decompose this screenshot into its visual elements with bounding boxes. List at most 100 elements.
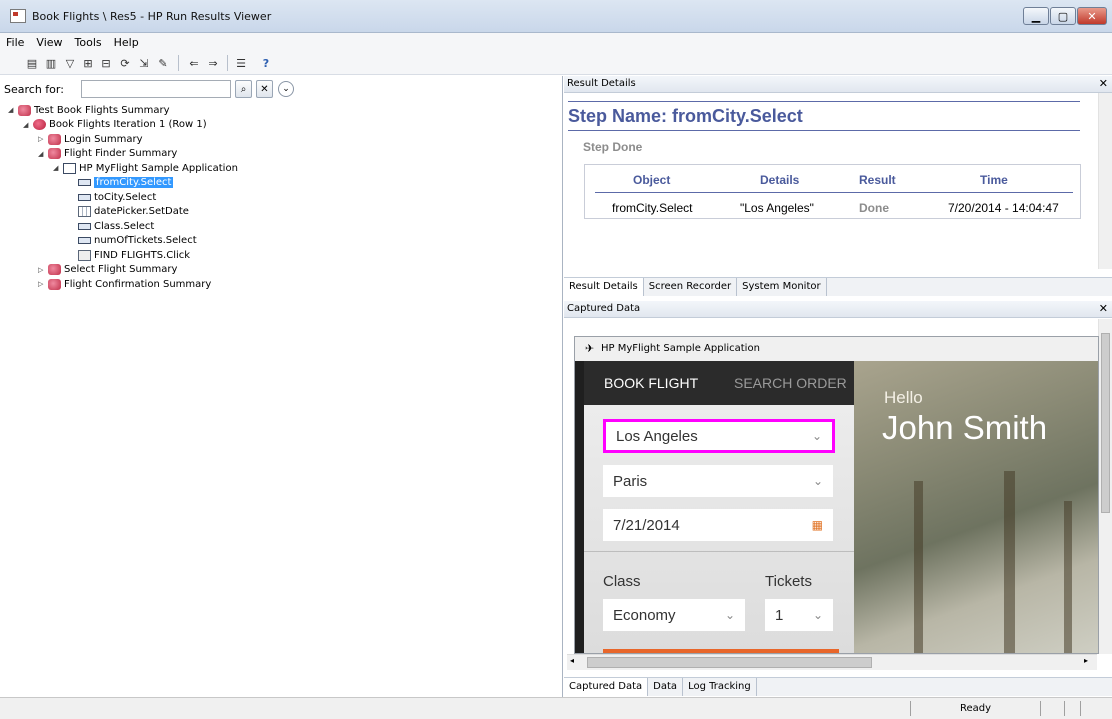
back-icon[interactable]: ⇐ (186, 55, 202, 71)
collapsed-arrow-icon[interactable]: ▷ (38, 266, 48, 274)
vertical-scrollbar[interactable] (1098, 319, 1112, 654)
window-title: Book Flights \ Res5 - HP Run Results Vie… (32, 10, 272, 23)
maximize-button[interactable]: ▢ (1050, 7, 1076, 25)
app-title-bar: ✈ HP MyFlight Sample Application (575, 337, 1098, 361)
vertical-scrollbar[interactable] (1098, 93, 1112, 269)
combobox-icon (78, 193, 91, 201)
close-button[interactable]: ✕ (1077, 7, 1107, 25)
results-tree: ◢ Test Book Flights Summary ◢ Book Flights … (8, 103, 238, 292)
scroll-thumb[interactable] (1101, 333, 1110, 513)
tree-item[interactable]: fromCity.Select (8, 176, 238, 191)
summary-icon (48, 278, 61, 290)
button-icon (78, 249, 91, 261)
search-input[interactable] (81, 80, 231, 98)
menu-view[interactable]: View (30, 33, 68, 52)
step-status: Step Done (583, 140, 643, 154)
search-options-icon[interactable]: ⌄ (278, 81, 294, 97)
tree-item[interactable]: ▷ Login Summary (8, 132, 238, 147)
horizontal-scrollbar[interactable]: ◂ ▸ (567, 654, 1097, 670)
help-icon[interactable]: ? (258, 55, 274, 71)
tree-item[interactable]: ▷ Select Flight Summary (8, 263, 238, 278)
tree-item[interactable]: ◢ HP MyFlight Sample Application (8, 161, 238, 176)
expanded-arrow-icon[interactable]: ◢ (38, 150, 48, 158)
tree-item[interactable]: ▷ Flight Confirmation Summary (8, 277, 238, 292)
expand-icon[interactable]: ⊞ (80, 55, 96, 71)
list-icon[interactable]: ☰ (233, 55, 249, 71)
expanded-arrow-icon[interactable]: ◢ (53, 164, 63, 172)
scroll-right-icon[interactable]: ▸ (1084, 656, 1088, 665)
tree-item-label: Flight Confirmation Summary (64, 278, 212, 290)
filter-icon[interactable]: ▽ (62, 55, 78, 71)
collapse-icon[interactable]: ⊟ (98, 55, 114, 71)
app-icon (10, 9, 26, 23)
tree-trunk (1064, 501, 1072, 653)
tab-result-details[interactable]: Result Details (564, 278, 644, 296)
tab-log-tracking[interactable]: Log Tracking (683, 678, 757, 696)
chevron-down-icon: ⌄ (724, 608, 735, 622)
captured-app-window: ✈ HP MyFlight Sample Application BOOK FL… (574, 336, 1099, 654)
toolbar-separator (227, 55, 228, 71)
refresh-icon[interactable]: ⟳ (117, 55, 133, 71)
date-picker[interactable]: 7/21/2014 ▦ (603, 509, 833, 541)
table-cell: "Los Angeles" (740, 201, 814, 215)
print-icon[interactable]: ▥ (43, 55, 59, 71)
result-details-header: Result Details ✕ (564, 76, 1112, 93)
combobox-icon (78, 237, 91, 245)
table-cell: fromCity.Select (612, 201, 693, 215)
scroll-left-icon[interactable]: ◂ (570, 656, 574, 665)
tab-data[interactable]: Data (648, 678, 684, 696)
tab-captured-data[interactable]: Captured Data (564, 678, 649, 696)
tree-item[interactable]: ◢ Book Flights Iteration 1 (Row 1) (8, 118, 238, 133)
close-icon[interactable]: ✕ (1099, 302, 1108, 315)
menu-file[interactable]: File (0, 33, 30, 52)
background-photo: Hello John Smith (854, 361, 1098, 653)
window-icon (63, 162, 76, 174)
expanded-arrow-icon[interactable]: ◢ (8, 106, 18, 114)
expanded-arrow-icon[interactable]: ◢ (23, 121, 33, 129)
nav-search-order[interactable]: SEARCH ORDER (734, 375, 847, 391)
tab-screen-recorder[interactable]: Screen Recorder (644, 278, 738, 296)
collapsed-arrow-icon[interactable]: ▷ (38, 135, 48, 143)
column-header: Time (980, 173, 1008, 187)
tree-trunk (1004, 471, 1015, 653)
status-divider (1080, 701, 1081, 716)
tree-item-label: Login Summary (64, 133, 143, 145)
combobox-icon (78, 179, 91, 187)
menu-help[interactable]: Help (108, 33, 145, 52)
menu-tools[interactable]: Tools (69, 33, 108, 52)
scroll-thumb[interactable] (587, 657, 872, 668)
tab-system-monitor[interactable]: System Monitor (737, 278, 827, 296)
tree-item-label: Book Flights Iteration 1 (Row 1) (49, 119, 207, 131)
edit-icon[interactable]: ✎ (155, 55, 171, 71)
tree-item[interactable]: Class.Select (8, 219, 238, 234)
search-icon[interactable]: ⌕ (235, 80, 252, 98)
divider (568, 130, 1080, 131)
tree-item[interactable]: numOfTickets.Select (8, 234, 238, 249)
status-divider (1064, 701, 1065, 716)
minimize-button[interactable]: ▁ (1023, 7, 1049, 25)
to-city-select[interactable]: Paris ⌄ (603, 465, 833, 497)
toolbar-separator (178, 55, 179, 71)
calendar-icon[interactable]: ▦ (812, 518, 823, 532)
open-icon[interactable]: ▤ (24, 55, 40, 71)
close-icon[interactable]: ✕ (1099, 77, 1108, 90)
tree-item-label: fromCity.Select (94, 177, 174, 189)
from-city-select[interactable]: Los Angeles ⌄ (603, 419, 835, 453)
tree-item[interactable]: ◢ Flight Finder Summary (8, 147, 238, 162)
table-cell: Done (859, 201, 889, 215)
export-icon[interactable]: ⇲ (136, 55, 152, 71)
tickets-select[interactable]: 1 ⌄ (765, 599, 833, 631)
clear-search-icon[interactable]: ✕ (256, 80, 273, 98)
collapsed-arrow-icon[interactable]: ▷ (38, 280, 48, 288)
tree-item[interactable]: ◢ Test Book Flights Summary (8, 103, 238, 118)
tree-item[interactable]: FIND FLIGHTS.Click (8, 248, 238, 263)
captured-tabs: Captured Data Data Log Tracking (564, 677, 1112, 696)
iteration-icon (33, 119, 46, 131)
tree-item[interactable]: toCity.Select (8, 190, 238, 205)
combobox-icon (78, 222, 91, 230)
tree-item[interactable]: datePicker.SetDate (8, 205, 238, 220)
nav-book-flight[interactable]: BOOK FLIGHT (604, 375, 698, 391)
class-value: Economy (613, 606, 676, 624)
forward-icon[interactable]: ⇒ (205, 55, 221, 71)
class-select[interactable]: Economy ⌄ (603, 599, 745, 631)
